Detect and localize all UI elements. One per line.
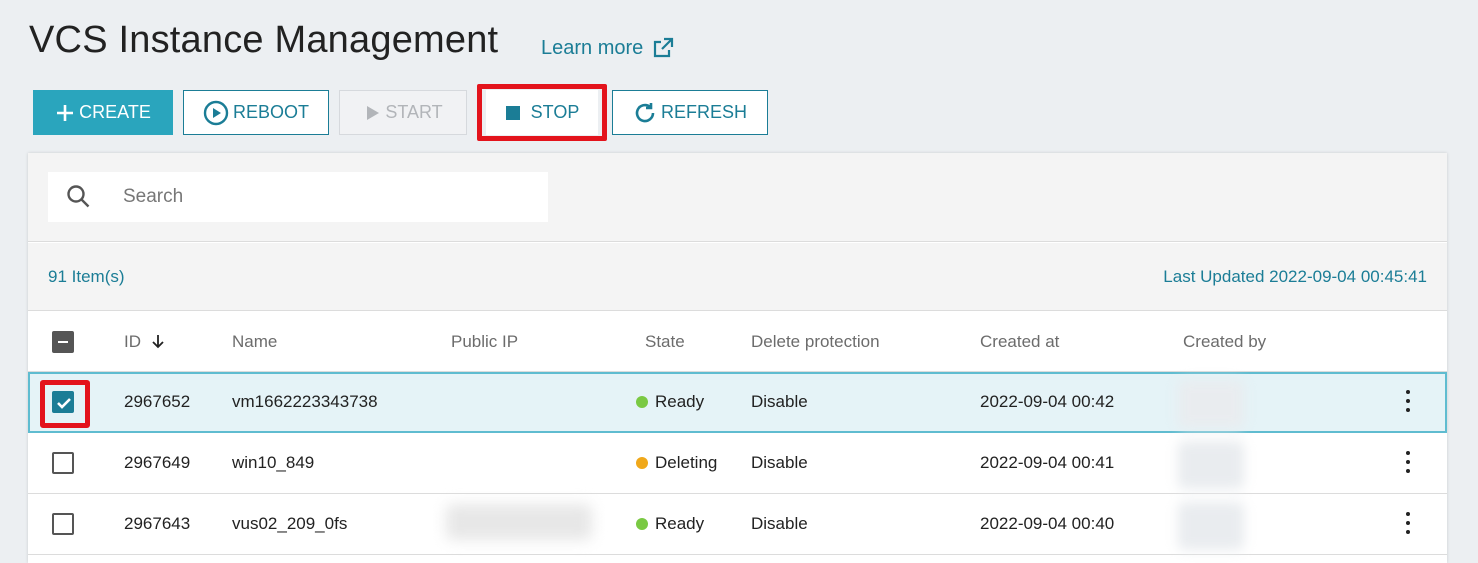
play-icon <box>363 104 381 122</box>
stop-button[interactable]: STOP <box>486 90 598 135</box>
stop-icon <box>505 105 521 121</box>
status-dot <box>636 457 648 469</box>
redacted-created-by <box>1178 502 1244 550</box>
redacted-created-by <box>1178 380 1244 428</box>
stop-label: STOP <box>530 102 580 122</box>
row-state-label: Deleting <box>655 453 718 472</box>
more-actions-icon[interactable] <box>1398 388 1418 416</box>
column-header-id[interactable]: ID <box>124 332 166 352</box>
play-circle-icon <box>203 100 229 126</box>
redacted-public-ip <box>446 504 592 540</box>
refresh-label: REFRESH <box>660 102 747 122</box>
learn-more-label: Learn more <box>541 36 644 59</box>
start-label: START <box>385 102 443 122</box>
column-header-created-at[interactable]: Created at <box>980 332 1059 352</box>
row-checkbox[interactable] <box>52 391 74 413</box>
select-all-checkbox[interactable] <box>52 331 74 353</box>
refresh-button[interactable]: REFRESH <box>612 90 768 135</box>
row-state-label: Ready <box>655 392 705 411</box>
row-delete-protection: Disable <box>751 453 808 472</box>
table-row[interactable]: 2967652 vm1662223343738 Ready Disable 20… <box>28 372 1447 433</box>
row-checkbox[interactable] <box>52 452 74 474</box>
more-actions-icon[interactable] <box>1398 510 1418 538</box>
row-id: 2967643 <box>124 514 191 533</box>
row-name: win10_849 <box>232 453 315 472</box>
row-delete-protection: Disable <box>751 392 808 411</box>
column-header-public-ip[interactable]: Public IP <box>451 332 518 352</box>
row-delete-protection: Disable <box>751 514 808 533</box>
table-row[interactable]: 2967643 vus02_209_0fs Ready Disable 2022… <box>28 494 1447 555</box>
page-title: VCS Instance Management <box>29 19 499 61</box>
plus-icon <box>55 103 75 123</box>
row-created-at: 2022-09-04 00:40 <box>980 514 1115 533</box>
instance-table-card: 91 Item(s) Last Updated 2022-09-04 00:45… <box>28 153 1447 563</box>
column-header-delete-protection[interactable]: Delete protection <box>751 332 880 352</box>
stop-button-highlight: STOP <box>477 84 607 141</box>
create-button[interactable]: CREATE <box>33 90 173 135</box>
external-link-icon <box>654 37 674 58</box>
redacted-created-by <box>1178 441 1244 489</box>
row-state-label: Ready <box>655 514 705 533</box>
search-input[interactable] <box>123 172 533 222</box>
row-created-at: 2022-09-04 00:41 <box>980 453 1115 472</box>
row-name: vus02_209_0fs <box>232 514 348 533</box>
status-dot <box>636 518 648 530</box>
row-id: 2967652 <box>124 392 191 411</box>
row-id: 2967649 <box>124 453 191 472</box>
reboot-button[interactable]: REBOOT <box>183 90 329 135</box>
table-header: ID Name Public IP State Delete protectio… <box>28 312 1447 372</box>
reboot-label: REBOOT <box>232 102 309 122</box>
column-header-created-by[interactable]: Created by <box>1183 332 1266 352</box>
start-button[interactable]: START <box>339 90 467 135</box>
summary-bar: 91 Item(s) Last Updated 2022-09-04 00:45… <box>28 243 1447 311</box>
refresh-icon <box>633 101 657 125</box>
status-dot <box>636 396 648 408</box>
last-updated: Last Updated 2022-09-04 00:45:41 <box>1163 267 1427 286</box>
arrow-down-icon <box>152 335 164 349</box>
table-row[interactable]: 2967649 win10_849 Deleting Disable 2022-… <box>28 433 1447 494</box>
column-header-name[interactable]: Name <box>232 332 277 352</box>
row-checkbox[interactable] <box>52 513 74 535</box>
search-icon <box>66 184 92 215</box>
search-box[interactable] <box>48 172 548 222</box>
row-name: vm1662223343738 <box>232 392 378 411</box>
more-actions-icon[interactable] <box>1398 449 1418 477</box>
row-state: Ready <box>636 514 704 534</box>
item-count: 91 Item(s) <box>48 267 125 286</box>
row-state: Deleting <box>636 453 717 473</box>
row-created-at: 2022-09-04 00:42 <box>980 392 1115 411</box>
create-label: CREATE <box>79 102 151 122</box>
column-header-state[interactable]: State <box>645 332 685 352</box>
learn-more-link[interactable]: Learn more <box>541 36 675 60</box>
column-header-id-label: ID <box>124 332 141 351</box>
search-area <box>28 153 1447 242</box>
row-state: Ready <box>636 392 704 412</box>
